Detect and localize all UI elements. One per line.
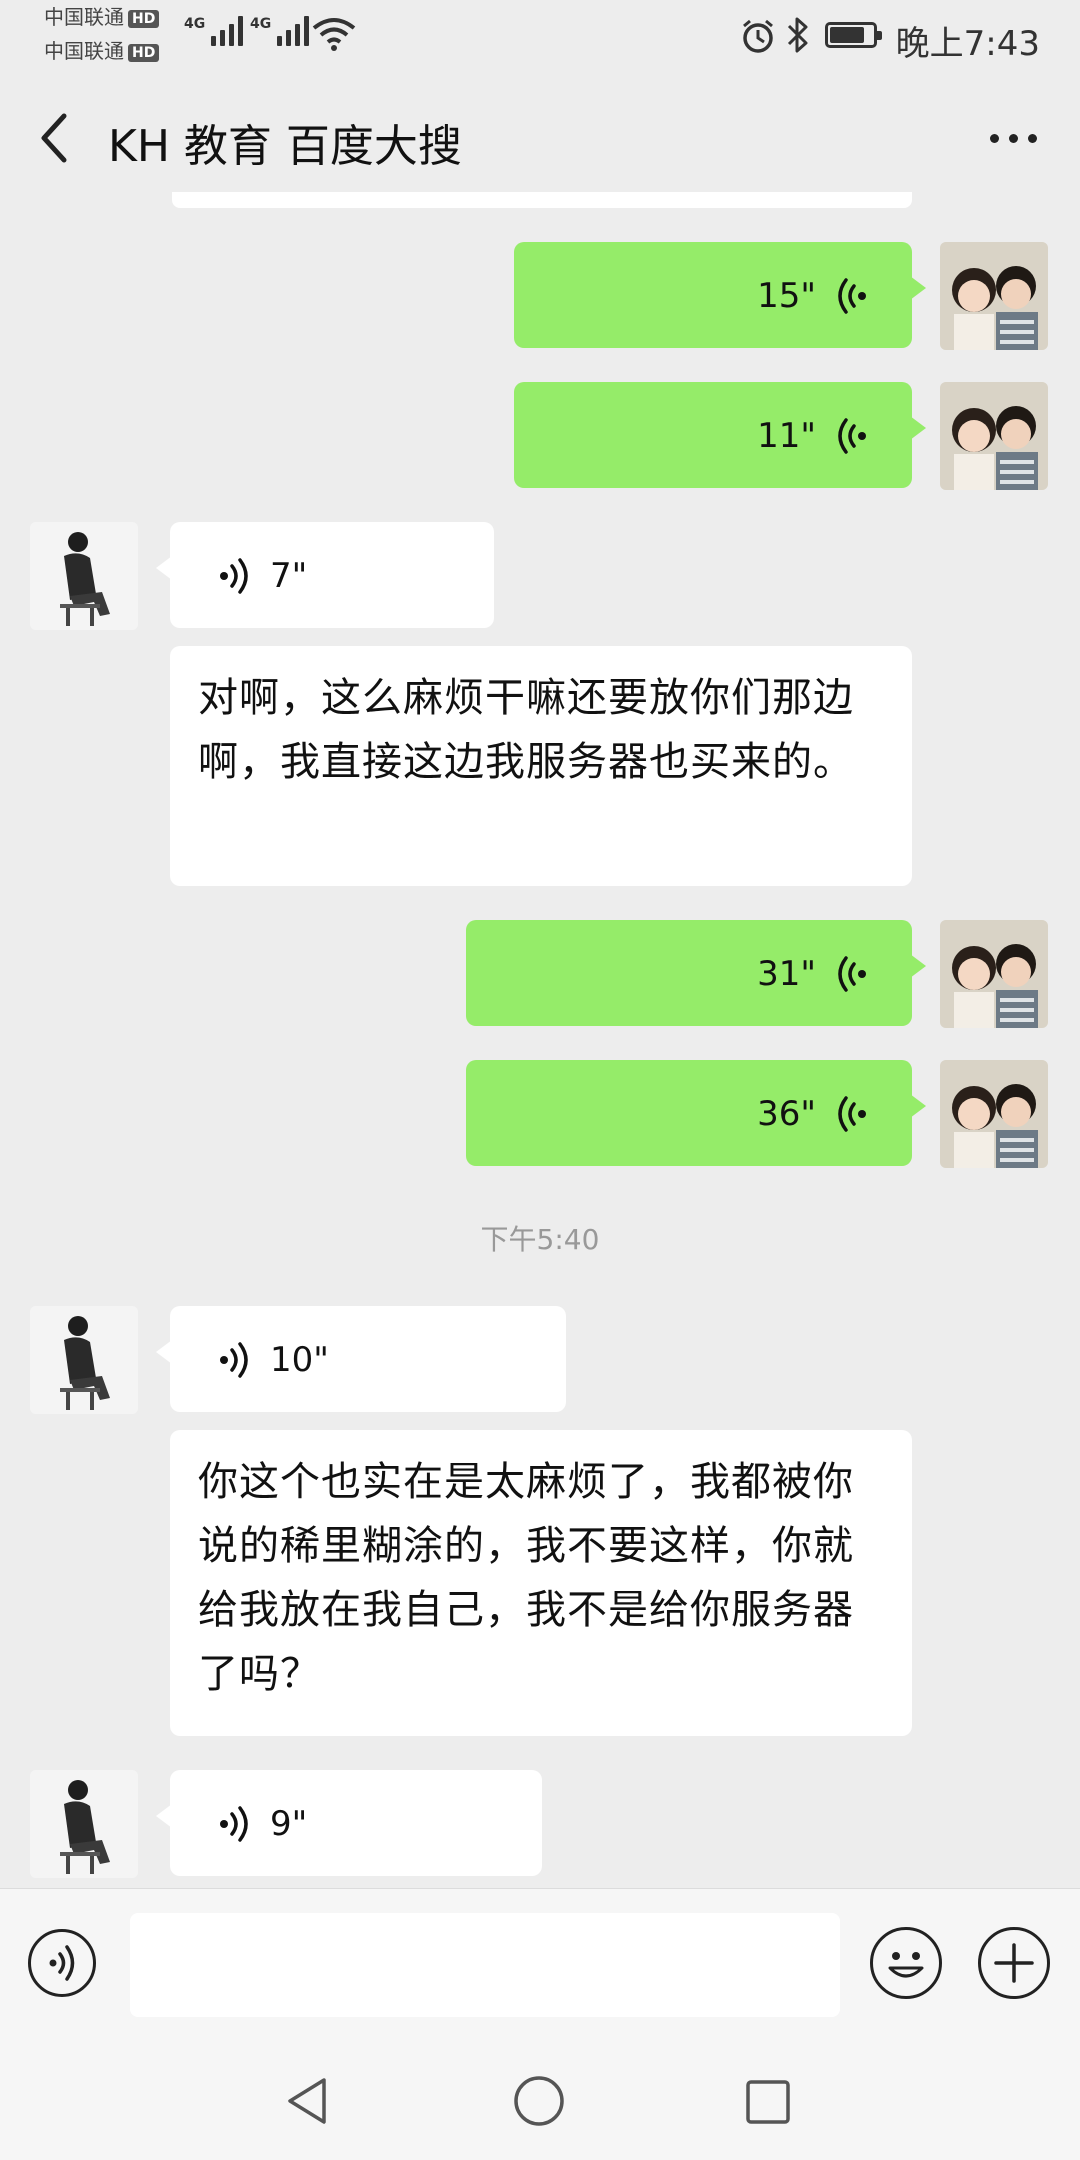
message-text: 你这个也实在是太麻烦了，我都被你说的稀里糊涂的，我不要这样，你就给我放在我自己，…	[198, 1459, 854, 1697]
message-timestamp: 下午5:40	[480, 1223, 600, 1256]
message-text: 对啊，这么麻烦干嘛还要放你们那边啊，我直接这边我服务器也买来的。	[198, 675, 854, 785]
signal-icon: 4G	[184, 16, 244, 46]
plus-icon[interactable]	[978, 1927, 1050, 1999]
chat-header: KH 教育 百度大搜	[0, 68, 1080, 208]
emoji-icon[interactable]	[870, 1927, 942, 1999]
voice-message-incoming[interactable]: 7"	[156, 522, 494, 628]
network-type: 4G	[184, 16, 206, 32]
wifi-icon	[312, 18, 356, 51]
voice-wave-icon	[832, 416, 872, 456]
hd-badge: HD	[128, 43, 160, 62]
battery-icon	[825, 22, 882, 48]
recent-square-icon[interactable]	[744, 2078, 792, 2126]
voice-duration: 11"	[757, 416, 816, 456]
input-bar	[0, 1888, 1080, 2041]
avatar[interactable]	[30, 1770, 138, 1878]
previous-message-edge	[172, 192, 912, 208]
voice-message-outgoing[interactable]: 36"	[466, 1060, 926, 1166]
carrier-line-2: 中国联通 HD	[44, 39, 160, 63]
home-circle-icon[interactable]	[512, 2074, 566, 2128]
avatar[interactable]	[940, 1060, 1048, 1168]
voice-duration: 15"	[757, 276, 816, 316]
more-icon[interactable]	[990, 128, 1046, 148]
voice-duration: 7"	[270, 556, 308, 596]
voice-duration: 10"	[270, 1340, 329, 1380]
chat-title: KH 教育 百度大搜	[108, 121, 462, 172]
signal-icon: 4G	[250, 16, 310, 46]
hd-badge: HD	[128, 9, 160, 28]
carrier-name: 中国联通	[44, 39, 124, 63]
status-time: 晚上7:43	[895, 24, 1040, 64]
avatar[interactable]	[30, 1306, 138, 1414]
voice-wave-icon	[214, 1340, 254, 1380]
voice-message-outgoing[interactable]: 15"	[514, 242, 926, 348]
voice-input-icon[interactable]	[28, 1929, 96, 1997]
avatar[interactable]	[940, 382, 1048, 490]
text-message-incoming[interactable]: 你这个也实在是太麻烦了，我都被你说的稀里糊涂的，我不要这样，你就给我放在我自己，…	[170, 1430, 912, 1736]
voice-wave-icon	[832, 1094, 872, 1134]
avatar[interactable]	[30, 522, 138, 630]
chevron-left-icon[interactable]	[34, 108, 74, 168]
voice-duration: 31"	[757, 954, 816, 994]
avatar[interactable]	[940, 242, 1048, 350]
avatar[interactable]	[940, 920, 1048, 1028]
back-triangle-icon[interactable]	[284, 2076, 330, 2126]
voice-message-outgoing[interactable]: 31"	[466, 920, 926, 1026]
carrier-name: 中国联通	[44, 5, 124, 29]
message-input[interactable]	[130, 1913, 840, 2017]
voice-message-incoming[interactable]: 10"	[156, 1306, 566, 1412]
voice-wave-icon	[832, 954, 872, 994]
status-bar: 中国联通 HD 中国联通 HD 4G 4G 晚上7:43	[0, 0, 1080, 68]
voice-message-incoming[interactable]: 9"	[156, 1770, 542, 1876]
carrier-line-1: 中国联通 HD	[44, 5, 160, 29]
bluetooth-icon	[787, 17, 808, 53]
voice-wave-icon	[214, 556, 254, 596]
voice-wave-icon	[832, 276, 872, 316]
network-type: 4G	[250, 16, 272, 32]
voice-wave-icon	[214, 1804, 254, 1844]
system-nav-bar	[0, 2040, 1080, 2160]
voice-duration: 9"	[270, 1804, 308, 1844]
text-message-incoming[interactable]: 对啊，这么麻烦干嘛还要放你们那边啊，我直接这边我服务器也买来的。	[170, 646, 912, 886]
voice-duration: 36"	[757, 1094, 816, 1134]
voice-message-outgoing[interactable]: 11"	[514, 382, 926, 488]
alarm-icon	[743, 19, 773, 53]
